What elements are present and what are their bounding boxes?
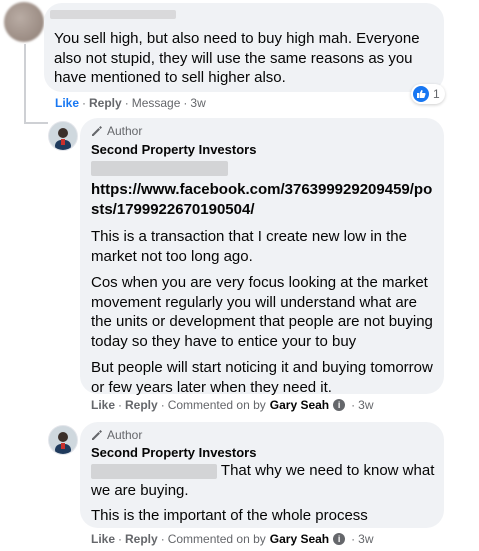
separator: · [160, 532, 165, 546]
separator: · [124, 96, 129, 110]
author-label: Author [107, 124, 143, 138]
reply-timestamp[interactable]: 3w [358, 532, 373, 546]
author-badge: Author [91, 124, 436, 138]
info-icon[interactable]: i [333, 533, 346, 545]
reply-text: That why we need to know what [91, 461, 436, 481]
redacted-commenter-name [50, 10, 176, 19]
reply-timestamp[interactable]: 3w [358, 398, 373, 412]
comment-actions: Like · Reply · Message · 3w [55, 96, 206, 110]
page-name[interactable]: Second Property Investors [91, 142, 436, 157]
reply-paragraph: But people will start noticing it and bu… [91, 359, 433, 396]
comment-text: You sell high, but also need to buy high… [54, 30, 420, 86]
reply-bubble: Author Second Property Investors https:/… [80, 118, 444, 396]
comment-timestamp[interactable]: 3w [190, 96, 205, 110]
like-link[interactable]: Like [55, 96, 79, 110]
redacted-mention [91, 463, 217, 479]
commented-by-name[interactable]: Gary Seah [270, 398, 329, 412]
reply-actions: Like · Reply · Commented on by Gary Seah… [91, 398, 373, 412]
separator: · [351, 532, 356, 546]
reply-link[interactable]: Reply [89, 96, 122, 110]
commenter-avatar[interactable] [4, 2, 44, 42]
separator: · [351, 398, 356, 412]
separator: · [183, 96, 188, 110]
pencil-icon [92, 430, 102, 440]
reply-paragraph: This is a transaction that I create new … [91, 228, 407, 265]
like-link[interactable]: Like [91, 532, 115, 546]
thread-line [24, 44, 26, 124]
comment-bubble: You sell high, but also need to buy high… [44, 3, 444, 92]
info-icon[interactable]: i [333, 399, 346, 411]
page-name[interactable]: Second Property Investors [91, 445, 436, 460]
reaction-count: 1 [433, 87, 440, 101]
reply-paragraph: Cos when you are very focus looking at t… [91, 274, 433, 350]
pencil-icon [92, 126, 102, 136]
post-link[interactable]: https://www.facebook.com/376399929209459… [91, 180, 436, 219]
thread-line [24, 122, 48, 124]
commented-on-label: Commented on by [167, 532, 266, 546]
separator: · [118, 532, 123, 546]
separator: · [82, 96, 87, 110]
reply-actions: Like · Reply · Commented on by Gary Seah… [91, 532, 373, 546]
reply-text-continued: we are buying. [91, 481, 189, 499]
commented-by-name[interactable]: Gary Seah [270, 532, 329, 546]
reply-link[interactable]: Reply [125, 532, 158, 546]
message-link[interactable]: Message [132, 96, 181, 110]
separator: · [118, 398, 123, 412]
author-badge: Author [91, 428, 436, 442]
page-avatar[interactable] [48, 425, 78, 455]
author-label: Author [107, 428, 143, 442]
commented-on-label: Commented on by [167, 398, 266, 412]
reply-text-inline: That why we need to know what [220, 462, 435, 479]
reply-link[interactable]: Reply [125, 398, 158, 412]
separator: · [160, 398, 165, 412]
page-avatar[interactable] [48, 121, 78, 151]
reply-bubble: Author Second Property Investors That wh… [80, 422, 444, 528]
reply-paragraph: This is the important of the whole proce… [91, 507, 368, 524]
like-reaction-icon [413, 86, 429, 102]
like-link[interactable]: Like [91, 398, 115, 412]
redacted-mention [91, 161, 228, 176]
reaction-summary[interactable]: 1 [411, 84, 445, 104]
